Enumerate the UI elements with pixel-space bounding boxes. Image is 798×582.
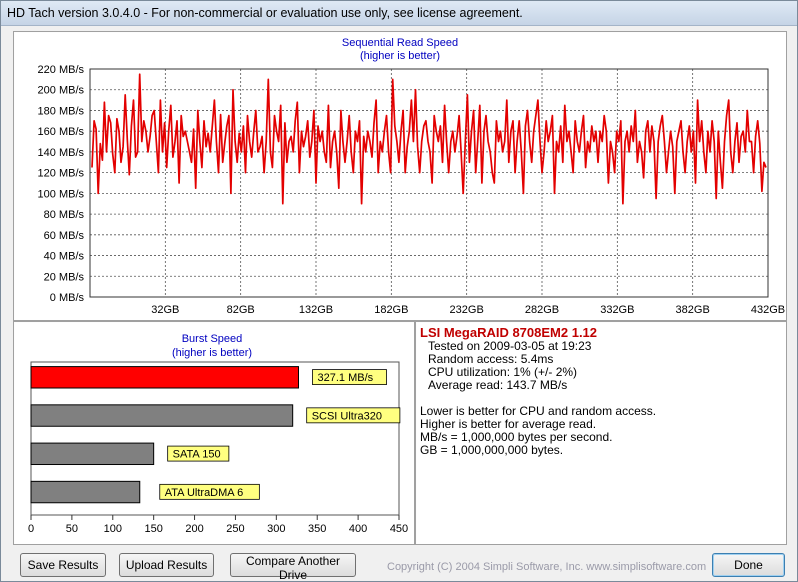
chart-subtitle: (higher is better) [360, 50, 440, 62]
burst-bar-label: SATA 150 [173, 449, 221, 461]
y-tick-label: 0 MB/s [50, 292, 85, 304]
done-button[interactable]: Done [712, 553, 785, 577]
note-cpu: Lower is better for CPU and random acces… [420, 404, 657, 418]
x-tick-label: 332GB [600, 304, 634, 316]
x-tick-label: 82GB [227, 304, 255, 316]
y-tick-label: 220 MB/s [38, 64, 85, 76]
burst-x-tick-label: 50 [66, 523, 78, 535]
burst-x-tick-label: 450 [390, 523, 408, 535]
burst-x-tick-label: 0 [28, 523, 34, 535]
sequential-read-chart: Sequential Read Speed(higher is better) 0… [38, 37, 786, 316]
burst-title: Burst Speed [182, 333, 243, 345]
cpu-utilization: CPU utilization: 1% (+/- 2%) [428, 365, 578, 379]
note-mbs: MB/s = 1,000,000 bytes per second. [420, 430, 613, 444]
burst-speed-panel: Burst Speed (higher is better) 0 50 100 150 20… [13, 321, 415, 545]
note-average-read: Higher is better for average read. [420, 417, 597, 431]
y-tick-label: 40 MB/s [44, 251, 85, 263]
burst-speed-chart: Burst Speed (higher is better) 0 50 100 150 20… [28, 333, 408, 535]
read-speed-series [91, 73, 767, 205]
chart-title: Sequential Read Speed [342, 37, 458, 49]
hdtach-window: HD Tach version 3.0.4.0 - For non-commer… [0, 0, 798, 582]
burst-bar-label: ATA UltraDMA 6 [165, 487, 243, 499]
x-tick-label: 132GB [299, 304, 333, 316]
y-tick-label: 80 MB/s [44, 209, 85, 221]
test-date: Tested on 2009-03-05 at 19:23 [428, 339, 592, 353]
burst-bar [30, 480, 141, 504]
burst-x-tick-label: 200 [185, 523, 203, 535]
y-tick-label: 160 MB/s [38, 126, 85, 138]
x-tick-label: 382GB [676, 304, 710, 316]
save-results-button[interactable]: Save Results [20, 553, 106, 577]
burst-x-tick-label: 150 [144, 523, 162, 535]
burst-bar-label: SCSI Ultra320 [312, 410, 382, 422]
y-tick-label: 60 MB/s [44, 230, 85, 242]
y-tick-label: 100 MB/s [38, 188, 85, 200]
y-tick-label: 120 MB/s [38, 168, 85, 180]
average-read: Average read: 143.7 MB/s [428, 378, 568, 392]
burst-bar [30, 442, 155, 466]
burst-x-tick-label: 100 [104, 523, 122, 535]
window-title: HD Tach version 3.0.4.0 - For non-commer… [7, 6, 523, 20]
sequential-read-panel: Sequential Read Speed (higher is better) 0… [13, 31, 787, 321]
title-bar: HD Tach version 3.0.4.0 - For non-commer… [1, 1, 797, 26]
plot-frame [89, 68, 769, 298]
burst-x-tick-label: 300 [267, 523, 285, 535]
y-tick-label: 180 MB/s [38, 105, 85, 117]
burst-bar [30, 404, 294, 427]
drive-name: LSI MegaRAID 8708EM2 1.12 [420, 325, 598, 340]
burst-bar [30, 366, 299, 389]
x-tick-label: 282GB [525, 304, 559, 316]
y-tick-label: 200 MB/s [38, 85, 85, 97]
upload-results-button[interactable]: Upload Results [119, 553, 214, 577]
x-tick-label: 32GB [151, 304, 179, 316]
note-gb: GB = 1,000,000,000 bytes. [420, 443, 564, 457]
results-info-panel: LSI MegaRAID 8708EM2 1.12 Tested on 2009… [415, 321, 787, 545]
burst-x-tick-label: 250 [226, 523, 244, 535]
x-tick-label: 182GB [374, 304, 408, 316]
x-tick-label: 232GB [450, 304, 484, 316]
y-tick-label: 140 MB/s [38, 147, 85, 159]
burst-subtitle: (higher is better) [172, 347, 252, 359]
burst-x-tick-label: 350 [308, 523, 326, 535]
x-tick-label: 432GB [751, 304, 785, 316]
copyright-text: Copyright (C) 2004 Simpli Software, Inc.… [387, 561, 707, 573]
y-tick-label: 20 MB/s [44, 271, 85, 283]
random-access: Random access: 5.4ms [428, 352, 554, 366]
burst-bar-label: 327.1 MB/s [317, 372, 373, 384]
compare-drive-button[interactable]: Compare Another Drive [230, 553, 356, 582]
burst-x-tick-label: 400 [349, 523, 367, 535]
